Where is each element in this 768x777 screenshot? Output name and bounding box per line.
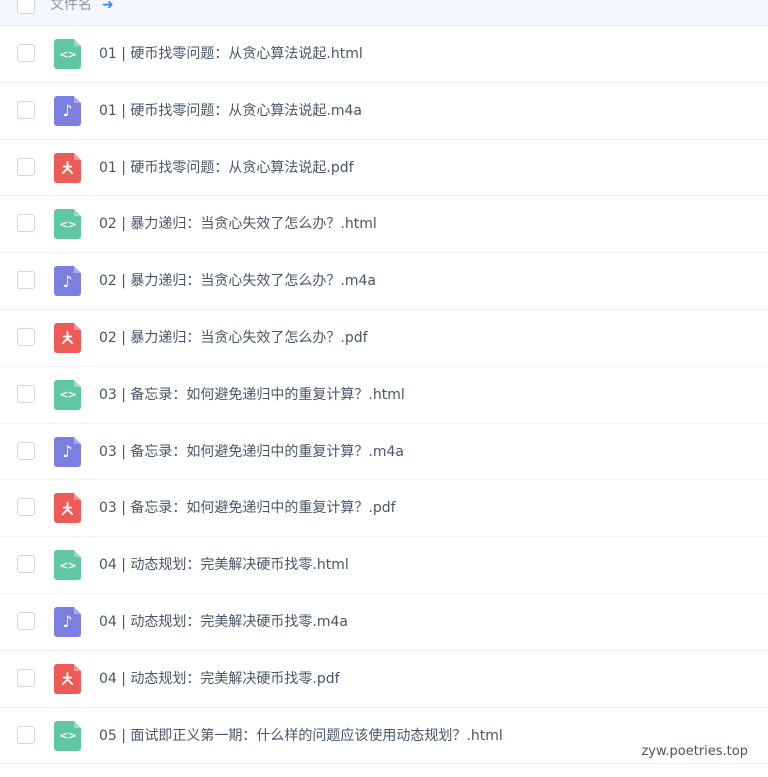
sort-up-icon[interactable]: ➜ bbox=[102, 0, 114, 15]
file-name-link[interactable]: 01 | 硬币找零问题：从贪心算法说起.m4a bbox=[99, 100, 362, 122]
audio-file-icon: ♪ bbox=[54, 606, 81, 637]
file-list-view: 文件名 ➜ <> 01 | 硬币找零问题：从贪心算法说起.html ♪ 01 | 硬币… bbox=[0, 0, 768, 777]
code-file-icon: <> bbox=[54, 39, 81, 69]
audio-file-icon: ♪ bbox=[54, 436, 81, 467]
file-name-link[interactable]: 04 | 动态规划：完美解决硬币找零.pdf bbox=[99, 668, 340, 690]
pdf-file-icon bbox=[54, 493, 81, 524]
select-all-checkbox[interactable] bbox=[17, 0, 35, 14]
row-checkbox[interactable] bbox=[17, 555, 35, 574]
file-row[interactable]: ♪ 03 | 备忘录：如何避免递归中的重复计算？.m4a bbox=[0, 424, 768, 481]
pdf-file-icon bbox=[54, 322, 81, 353]
file-name-link[interactable]: 04 | 动态规划：完美解决硬币找零.html bbox=[99, 554, 349, 576]
file-row[interactable]: <> 03 | 备忘录：如何避免递归中的重复计算？.html bbox=[0, 367, 768, 424]
column-header-filename[interactable]: 文件名 bbox=[50, 0, 92, 15]
row-checkbox[interactable] bbox=[17, 668, 35, 687]
file-row[interactable]: 02 | 暴力递归：当贪心失效了怎么办？.pdf bbox=[0, 310, 768, 367]
row-checkbox[interactable] bbox=[17, 441, 35, 460]
file-name-link[interactable]: 01 | 硬币找零问题：从贪心算法说起.pdf bbox=[99, 157, 354, 179]
file-row[interactable]: ♪ 01 | 硬币找零问题：从贪心算法说起.m4a bbox=[0, 83, 768, 140]
row-checkbox[interactable] bbox=[17, 611, 35, 630]
file-row[interactable]: <> 02 | 暴力递归：当贪心失效了怎么办？.html bbox=[0, 196, 768, 254]
file-row[interactable]: ♪ 04 | 动态规划：完美解决硬币找零.m4a bbox=[0, 594, 768, 651]
file-name-link[interactable]: 03 | 备忘录：如何避免递归中的重复计算？.pdf bbox=[99, 497, 396, 519]
code-file-icon: <> bbox=[54, 720, 81, 751]
audio-file-icon: ♪ bbox=[54, 266, 81, 297]
pdf-file-icon bbox=[54, 152, 81, 183]
file-name-link[interactable]: 02 | 暴力递归：当贪心失效了怎么办？.pdf bbox=[99, 327, 368, 349]
row-checkbox[interactable] bbox=[17, 327, 35, 346]
list-header: 文件名 ➜ bbox=[0, 0, 768, 26]
file-name-link[interactable]: 03 | 备忘录：如何避免递归中的重复计算？.html bbox=[99, 384, 405, 406]
row-checkbox[interactable] bbox=[17, 100, 35, 119]
file-row[interactable]: 01 | 硬币找零问题：从贪心算法说起.pdf bbox=[0, 140, 768, 197]
code-file-icon: <> bbox=[54, 550, 81, 581]
file-name-link[interactable]: 02 | 暴力递归：当贪心失效了怎么办？.m4a bbox=[99, 270, 376, 292]
file-name-link[interactable]: 01 | 硬币找零问题：从贪心算法说起.html bbox=[99, 43, 363, 65]
file-row[interactable]: <> 01 | 硬币找零问题：从贪心算法说起.html bbox=[0, 26, 768, 83]
pdf-file-icon bbox=[54, 663, 81, 694]
file-name-link[interactable]: 04 | 动态规划：完美解决硬币找零.m4a bbox=[99, 611, 348, 633]
file-list: <> 01 | 硬币找零问题：从贪心算法说起.html ♪ 01 | 硬币找零问题：从… bbox=[0, 26, 768, 765]
file-row[interactable]: 03 | 备忘录：如何避免递归中的重复计算？.pdf bbox=[0, 480, 768, 538]
file-row[interactable]: ♪ 02 | 暴力递归：当贪心失效了怎么办？.m4a bbox=[0, 253, 768, 310]
row-checkbox[interactable] bbox=[17, 157, 35, 176]
file-row[interactable]: 04 | 动态规划：完美解决硬币找零.pdf bbox=[0, 651, 768, 708]
file-name-link[interactable]: 03 | 备忘录：如何避免递归中的重复计算？.m4a bbox=[99, 441, 404, 463]
file-row[interactable]: <> 04 | 动态规划：完美解决硬币找零.html bbox=[0, 537, 768, 594]
code-file-icon: <> bbox=[54, 209, 81, 240]
code-file-icon: <> bbox=[54, 379, 81, 410]
watermark-text: zyw.poetries.top bbox=[637, 742, 752, 762]
file-name-link[interactable]: 05 | 面试即正义第一期：什么样的问题应该使用动态规划？.html bbox=[99, 725, 503, 747]
row-checkbox[interactable] bbox=[17, 44, 35, 62]
file-name-link[interactable]: 02 | 暴力递归：当贪心失效了怎么办？.html bbox=[99, 213, 377, 235]
row-checkbox[interactable] bbox=[17, 271, 35, 290]
row-checkbox[interactable] bbox=[17, 384, 35, 403]
audio-file-icon: ♪ bbox=[54, 95, 81, 126]
row-checkbox[interactable] bbox=[17, 498, 35, 517]
row-checkbox[interactable] bbox=[17, 725, 35, 744]
row-checkbox[interactable] bbox=[17, 214, 35, 233]
